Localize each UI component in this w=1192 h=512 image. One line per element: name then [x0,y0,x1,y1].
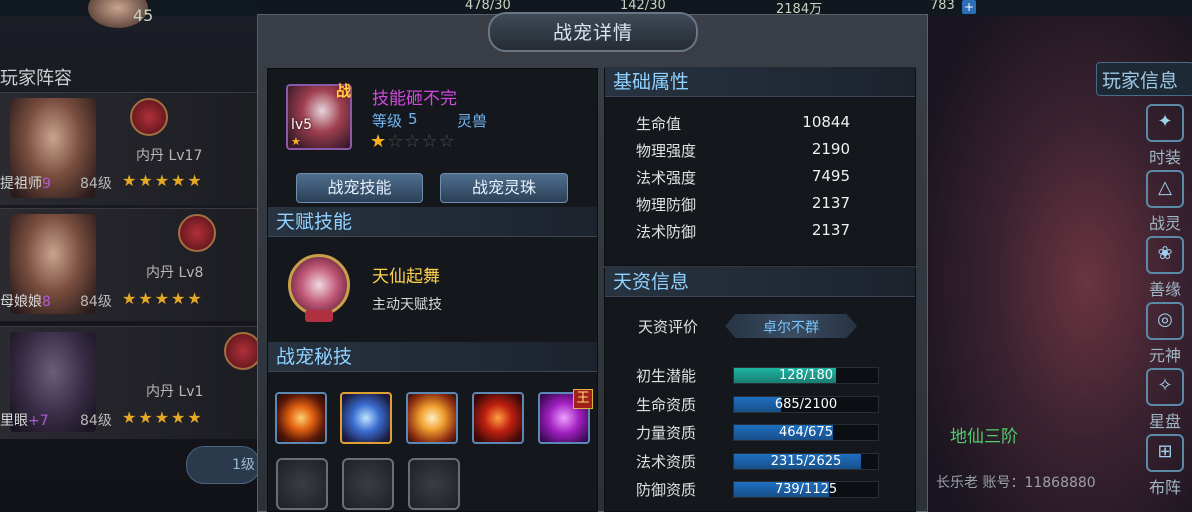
attribute-value: 2137 [811,221,850,239]
player-info-title: 玩家信息 [1102,70,1179,92]
aptitude-bar-value: 685/2100 [774,396,838,412]
bond-level: 1级 [232,457,255,473]
add-gem-button[interactable]: + [962,0,976,14]
side-menu-yuanshen[interactable]: ◎ 元神 [1140,302,1190,366]
talent-skill-icon[interactable] [288,254,350,316]
neidan-level: 内丹 Lv8 [146,265,204,281]
attribute-label: 物理强度 [636,142,697,160]
blue-vortex-skill-icon[interactable] [340,392,392,444]
realm-label: 地仙三阶 [950,427,1018,447]
neidan-badge-icon [178,214,216,252]
side-menu-karma[interactable]: ❀ 善缘 [1140,236,1190,300]
pet-level-label: 等级 [372,112,403,130]
talent-skill-header: 天赋技能 [268,207,597,237]
side-menu-formation[interactable]: ⊞ 布阵 [1140,434,1190,498]
battle-badge-icon: 战 [336,82,352,100]
attribute-value: 7495 [811,167,850,185]
hero-level: 84级 [80,294,112,310]
fire-skill-icon[interactable] [472,392,524,444]
hero-level: 84级 [80,413,112,429]
star-empty-icon: ☆ [387,131,405,152]
hero-name: 母娘娘8 [0,294,51,310]
player-level: 45 [133,6,154,25]
panel-title: 战宠详情 [552,22,633,44]
aptitude-bar-label: 初生潜能 [636,367,697,385]
neidan-level: 内丹 Lv17 [136,148,203,164]
hero-name: 里眼+7 [0,413,49,429]
star-empty-icon: ☆ [421,131,439,152]
golden-slash-skill-icon[interactable] [406,392,458,444]
gem-stat: 783 [930,0,955,13]
pet-portrait-level: lv5 [291,117,313,133]
lotus-icon: ❀ [1146,236,1184,274]
king-badge-icon: 王 [573,389,593,409]
hero-stars: ★★★★★ [122,408,204,427]
attribute-label: 生命值 [636,115,682,133]
pet-type: 灵兽 [457,112,488,130]
side-menu-war-spirit[interactable]: △ 战灵 [1140,170,1190,234]
aptitude-bar-value: 128/180 [778,368,833,383]
aptitude-bar-label: 防御资质 [636,481,697,499]
side-menu-fashion[interactable]: ✦ 时装 [1140,104,1190,168]
star-filled-icon: ★ [370,131,388,152]
empty-skill-slot[interactable] [342,458,394,510]
talent-ribbon-icon [305,310,333,322]
talent-skill-desc: 主动天赋技 [372,297,442,313]
aptitude-rating-value: 卓尔不群 [763,320,819,336]
triangle-icon: △ [1146,170,1184,208]
pet-skills-button[interactable]: 战宠技能 [296,173,423,203]
eye-skill-icon[interactable] [275,392,327,444]
aptitude-bar-label: 生命资质 [636,395,697,414]
aptitude-bar-label: 力量资质 [636,424,697,442]
pet-orbs-button[interactable]: 战宠灵珠 [440,173,568,203]
attribute-value: 10844 [802,113,850,131]
secret-skill-header: 战宠秘技 [268,342,597,372]
talent-skill-name: 天仙起舞 [372,267,440,287]
swirl-icon: ◎ [1146,302,1184,340]
aptitude-bar-value: 464/675 [778,425,833,440]
formation-icon: ⊞ [1146,434,1184,472]
aptitude-bar-label: 法术资质 [636,452,697,471]
portrait-star-icon: ★ [291,135,301,148]
fashion-icon: ✦ [1146,104,1184,142]
aptitude-rating-label: 天资评价 [638,318,699,336]
aptitude-box [604,268,916,512]
account-text: 长乐老 账号：11868880 [936,475,1096,491]
empty-skill-slot[interactable] [408,458,460,510]
pet-level-value: 5 [408,110,418,128]
neidan-badge-icon [130,98,168,136]
hero-stars: ★★★★★ [122,171,204,190]
pet-star-rating: ★☆☆☆☆ [370,131,456,152]
aptitude-bar-value: 2315/2625 [770,453,842,469]
attribute-label: 物理防御 [636,196,697,214]
star-empty-icon: ☆ [438,131,456,152]
attribute-value: 2190 [811,140,850,158]
hero-name: 提祖师9 [0,176,51,192]
hero-level: 84级 [80,176,112,192]
empty-skill-slot[interactable] [276,458,328,510]
star-icon: ✧ [1146,368,1184,406]
neidan-level: 内丹 Lv1 [146,384,204,400]
aptitude-bar-value: 739/1125 [774,482,838,497]
pet-name: 技能砸不完 [372,89,457,109]
star-empty-icon: ☆ [404,131,422,152]
lineup-title: 玩家阵容 [0,68,72,89]
hero-stars: ★★★★★ [122,289,204,308]
aptitude-header: 天资信息 [605,267,915,297]
attribute-value: 2137 [811,194,850,212]
base-attributes-header: 基础属性 [605,67,915,97]
attribute-label: 法术防御 [636,223,697,241]
side-menu-star-chart[interactable]: ✧ 星盘 [1140,368,1190,432]
attribute-label: 法术强度 [636,169,697,187]
